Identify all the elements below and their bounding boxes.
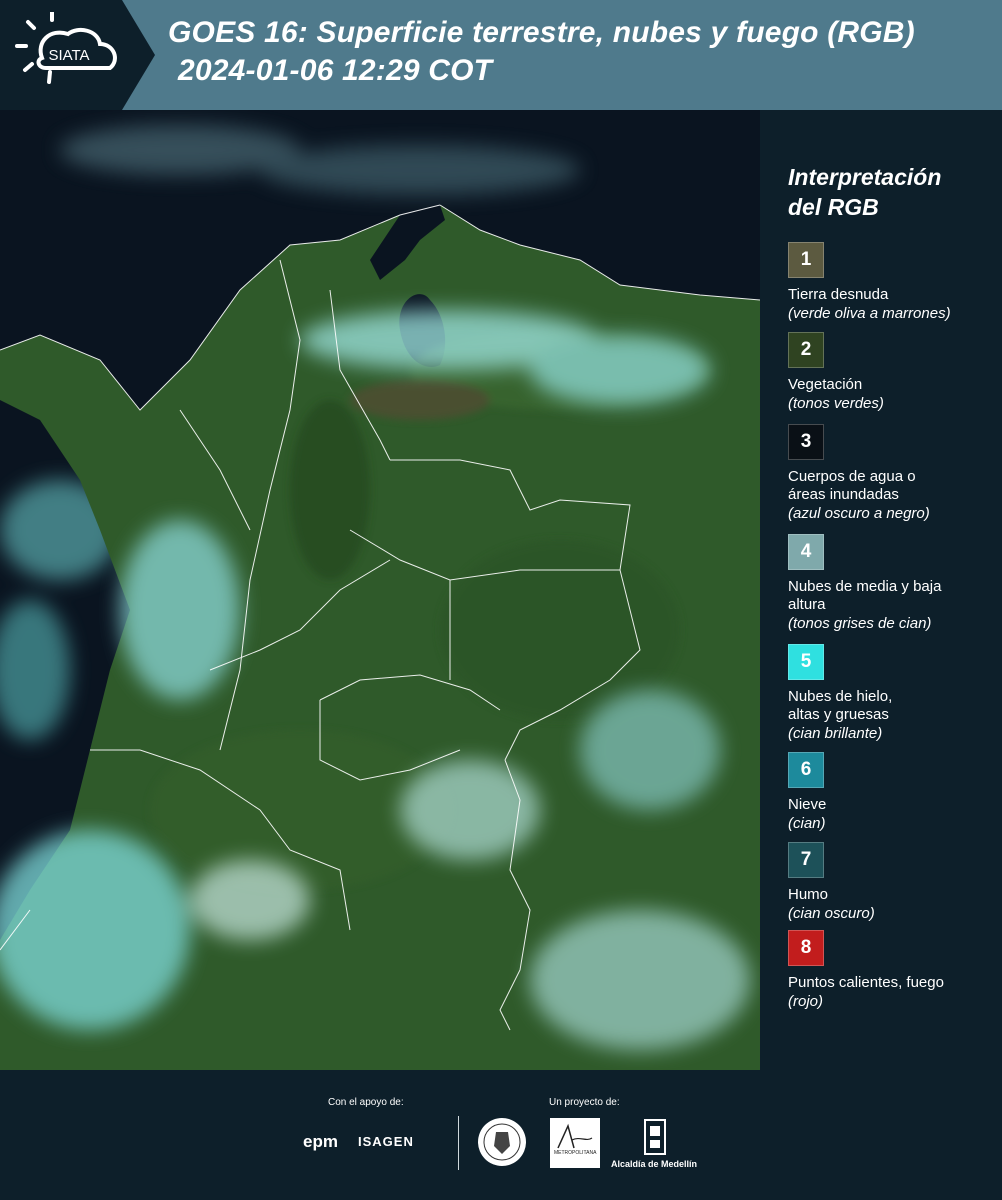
legend-title-line-1: Interpretación <box>788 164 942 190</box>
isagen-logo: ISAGEN <box>358 1134 414 1149</box>
legend-swatch: 4 <box>788 534 824 570</box>
legend-description: (cian brillante) <box>788 725 883 742</box>
legend-swatch: 7 <box>788 842 824 878</box>
legend-item: 5 Nubes de hielo, altas y gruesas (cian br… <box>788 644 998 743</box>
support-label: Con el apoyo de: <box>328 1097 404 1108</box>
legend-item: 8 Puntos calientes, fuego (rojo) <box>788 930 998 1011</box>
medellin-logo-text: Alcaldía de Medellín <box>611 1159 698 1169</box>
legend-swatch: 3 <box>788 424 824 460</box>
seal-icon <box>478 1118 526 1166</box>
legend-swatch: 2 <box>788 332 824 368</box>
area-metropolitana-logo <box>550 1118 600 1168</box>
footer: Con el apoyo de: Un proyecto de: epm ISA… <box>0 1070 1002 1200</box>
legend-item: 1 Tierra desnuda (verde oliva a marrones) <box>788 242 998 323</box>
legend-title-line-2: del RGB <box>788 194 879 220</box>
legend-label: Cuerpos de agua o áreas inundadas <box>788 468 916 503</box>
header-bar: SIATA GOES 16: Superficie terrestre, nub… <box>0 0 1002 110</box>
legend-description: (tonos grises de cian) <box>788 615 932 632</box>
epm-logo: epm <box>303 1132 338 1151</box>
area-logo-icon <box>557 1123 593 1149</box>
logo-text: SIATA <box>48 47 89 64</box>
legend-label: Humo <box>788 886 829 903</box>
legend-description: (tonos verdes) <box>788 395 884 412</box>
sun-cloud-icon: SIATA <box>15 12 117 84</box>
page-title: GOES 16: Superficie terrestre, nubes y f… <box>168 14 998 90</box>
map-canvas <box>0 110 760 1070</box>
legend-item: 7 Humo (cian oscuro) <box>788 842 998 923</box>
legend-description: (cian) <box>788 815 826 832</box>
project-label: Un proyecto de: <box>549 1097 620 1108</box>
legend-label: Nieve <box>788 796 827 813</box>
siata-logo: SIATA <box>0 0 155 110</box>
legend-label: Nubes de media y baja altura <box>788 578 942 613</box>
footer-divider <box>458 1116 459 1170</box>
legend-title: Interpretación del RGB <box>788 162 988 222</box>
legend-item: 6 Nieve (cian) <box>788 752 998 833</box>
legend-panel: Interpretación del RGB 1 Tierra desnuda (v… <box>770 110 1002 1070</box>
legend-swatch: 6 <box>788 752 824 788</box>
legend-swatch: 8 <box>788 930 824 966</box>
title-line-1: GOES 16: Superficie terrestre, nubes y f… <box>168 16 915 49</box>
area-logo-text: METROPOLITANA <box>554 1150 597 1156</box>
legend-label: Puntos calientes, fuego <box>788 974 944 991</box>
legend-description: (rojo) <box>788 993 824 1010</box>
satellite-map <box>0 110 760 1070</box>
legend-item: 3 Cuerpos de agua o áreas inundadas (azul … <box>788 424 998 523</box>
medellin-shield-icon <box>644 1119 666 1155</box>
legend-description: (azul oscuro a negro) <box>788 505 930 522</box>
legend-item: 2 Vegetación (tonos verdes) <box>788 332 998 413</box>
title-line-2: 2024-01-06 12:29 COT <box>178 54 493 87</box>
legend-label: Nubes de hielo, altas y gruesas <box>788 688 893 723</box>
legend-swatch: 5 <box>788 644 824 680</box>
legend-description: (verde oliva a marrones) <box>788 305 951 322</box>
legend-label: Vegetación <box>788 376 863 393</box>
legend-swatch: 1 <box>788 242 824 278</box>
legend-item: 4 Nubes de media y baja altura (tonos gris… <box>788 534 998 633</box>
legend-label: Tierra desnuda <box>788 286 889 303</box>
legend-description: (cian oscuro) <box>788 905 875 922</box>
